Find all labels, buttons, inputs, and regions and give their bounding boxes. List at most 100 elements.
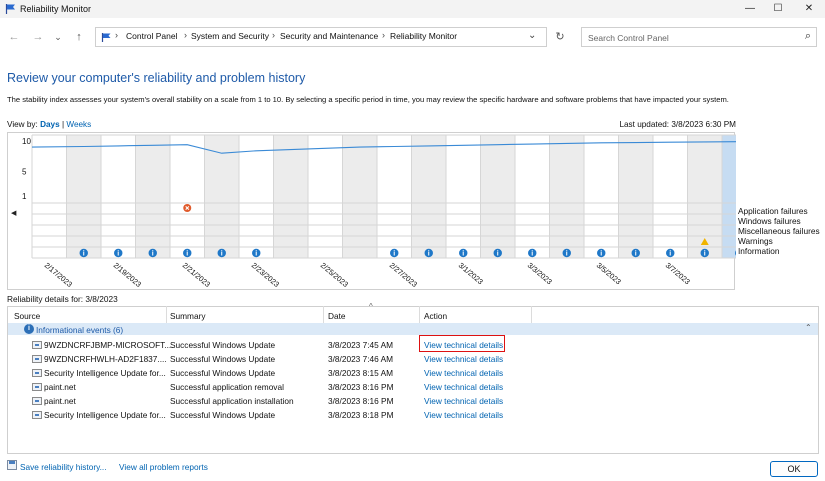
application-icon [32,383,42,391]
update-icon [32,355,42,363]
breadcrumb-reliability-monitor[interactable]: Reliability Monitor [390,31,457,41]
reliability-chart-svg[interactable]: 1051◀▶iiiiiiiiiiiiiiiii2/17/20232/19/202… [8,133,736,291]
view-days-link[interactable]: Days [40,120,60,129]
sort-indicator-icon: ^ [369,302,373,311]
view-weeks-link[interactable]: Weeks [66,120,91,129]
close-button[interactable]: ✕ [796,0,822,18]
info-glyph: i [600,251,602,258]
legend-windows-failures: Windows failures [738,216,801,226]
day-column[interactable] [411,135,447,258]
up-button[interactable]: ↑ [70,29,88,47]
column-divider[interactable] [323,306,324,323]
row-summary: Successful Windows Update [170,410,276,420]
highlight-box [419,335,505,352]
chevron-right-icon: › [272,30,275,40]
breadcrumb-security-and-maintenance[interactable]: Security and Maintenance [280,31,378,41]
date-label: 2/25/2023 [319,261,350,289]
chevron-right-icon: › [115,30,118,40]
back-button[interactable]: ← [5,29,23,47]
application-icon [32,397,42,405]
date-label: 2/17/2023 [43,261,74,289]
info-glyph: i [83,251,85,258]
row-summary: Successful Windows Update [170,368,276,378]
refresh-button[interactable]: ↻ [552,28,568,46]
info-glyph: i [428,251,430,258]
update-icon [32,411,42,419]
info-glyph: i [635,251,637,258]
update-icon [32,369,42,377]
day-column[interactable] [618,135,654,258]
info-glyph: i [704,251,706,258]
date-label: 3/5/2023 [595,261,623,287]
info-glyph: i [393,251,395,258]
row-source: paint.net [44,396,76,406]
address-dropdown-icon[interactable]: ⌄ [528,30,536,41]
column-header-action[interactable]: Action [424,311,447,321]
day-column[interactable] [135,135,171,258]
info-glyph: i [497,251,499,258]
search-icon[interactable]: ⌕ [805,30,811,43]
row-source: Security Intelligence Update for... [44,410,166,420]
view-technical-details-link[interactable]: View technical details [424,354,503,364]
y-tick-label: 1 [22,192,27,201]
info-glyph: i [186,251,188,258]
view-separator: | [61,120,65,129]
title-bar [0,0,825,18]
view-technical-details-link[interactable]: View technical details [424,382,503,392]
view-all-problem-reports-link[interactable]: View all problem reports [119,462,208,472]
save-reliability-history-link[interactable]: Save reliability history... [20,462,107,472]
view-technical-details-link[interactable]: View technical details [424,410,503,420]
row-source: 9WZDNCRFJBMP-MICROSOFT.... [44,340,174,350]
search-input[interactable]: Search Control Panel ⌕ [581,27,817,47]
day-column[interactable] [480,135,516,258]
day-column[interactable] [342,135,378,258]
view-by-label: View by: [7,120,38,129]
breadcrumb-control-panel[interactable]: Control Panel [126,31,178,41]
view-technical-details-link[interactable]: View technical details [424,396,503,406]
view-by-bar: View by: Days | Weeks [7,120,91,129]
window-title: Reliability Monitor [20,4,92,14]
legend-application-failures: Application failures [738,206,808,216]
info-glyph: i [462,251,464,258]
reliability-chart[interactable]: 1051◀▶iiiiiiiiiiiiiiiii2/17/20232/19/202… [7,132,736,291]
legend-information: Information [738,246,780,256]
ok-button[interactable]: OK [770,461,818,477]
forward-button[interactable]: → [29,29,47,47]
column-header-date[interactable]: Date [328,311,346,321]
date-label: 2/21/2023 [181,261,212,289]
day-column[interactable] [273,135,309,258]
day-column[interactable] [66,135,102,258]
column-divider[interactable] [531,306,532,323]
date-label: 2/19/2023 [112,261,143,289]
page-title: Review your computer's reliability and p… [7,71,306,85]
group-label: Informational events (6) [36,325,124,335]
column-header-summary[interactable]: Summary [170,311,206,321]
date-label: 3/7/2023 [664,261,692,287]
row-date: 3/8/2023 8:16 PM [328,382,394,392]
group-header-informational[interactable] [8,323,818,335]
legend-miscellaneous-failures: Miscellaneous failures [738,226,820,236]
scroll-left-icon[interactable]: ◀ [11,210,17,217]
row-summary: Successful Windows Update [170,354,276,364]
column-header-source[interactable]: Source [14,311,40,321]
info-glyph: i [669,251,671,258]
view-technical-details-link[interactable]: View technical details [424,368,503,378]
page-description: The stability index assesses your system… [7,95,729,104]
day-column[interactable] [549,135,585,258]
breadcrumb-system-and-security[interactable]: System and Security [191,31,269,41]
row-source: 9WZDNCRFHWLH-AD2F1837.... [44,354,167,364]
address-bar[interactable]: › Control Panel › System and Security › … [95,27,547,47]
search-placeholder: Search Control Panel [588,33,669,43]
info-glyph: i [152,251,154,258]
column-divider[interactable] [419,306,420,323]
maximize-button[interactable]: ☐ [765,0,791,18]
row-date: 3/8/2023 8:18 PM [328,410,394,420]
chevron-right-icon: › [184,30,187,40]
minimize-button[interactable]: — [737,0,763,18]
date-label: 3/3/2023 [526,261,554,287]
collapse-chevron-icon[interactable]: ⌃ [805,323,812,332]
selected-column[interactable] [722,135,736,258]
chevron-right-icon: › [382,30,385,40]
column-divider[interactable] [166,306,167,323]
recent-locations-button[interactable]: ⌄ [49,29,67,47]
